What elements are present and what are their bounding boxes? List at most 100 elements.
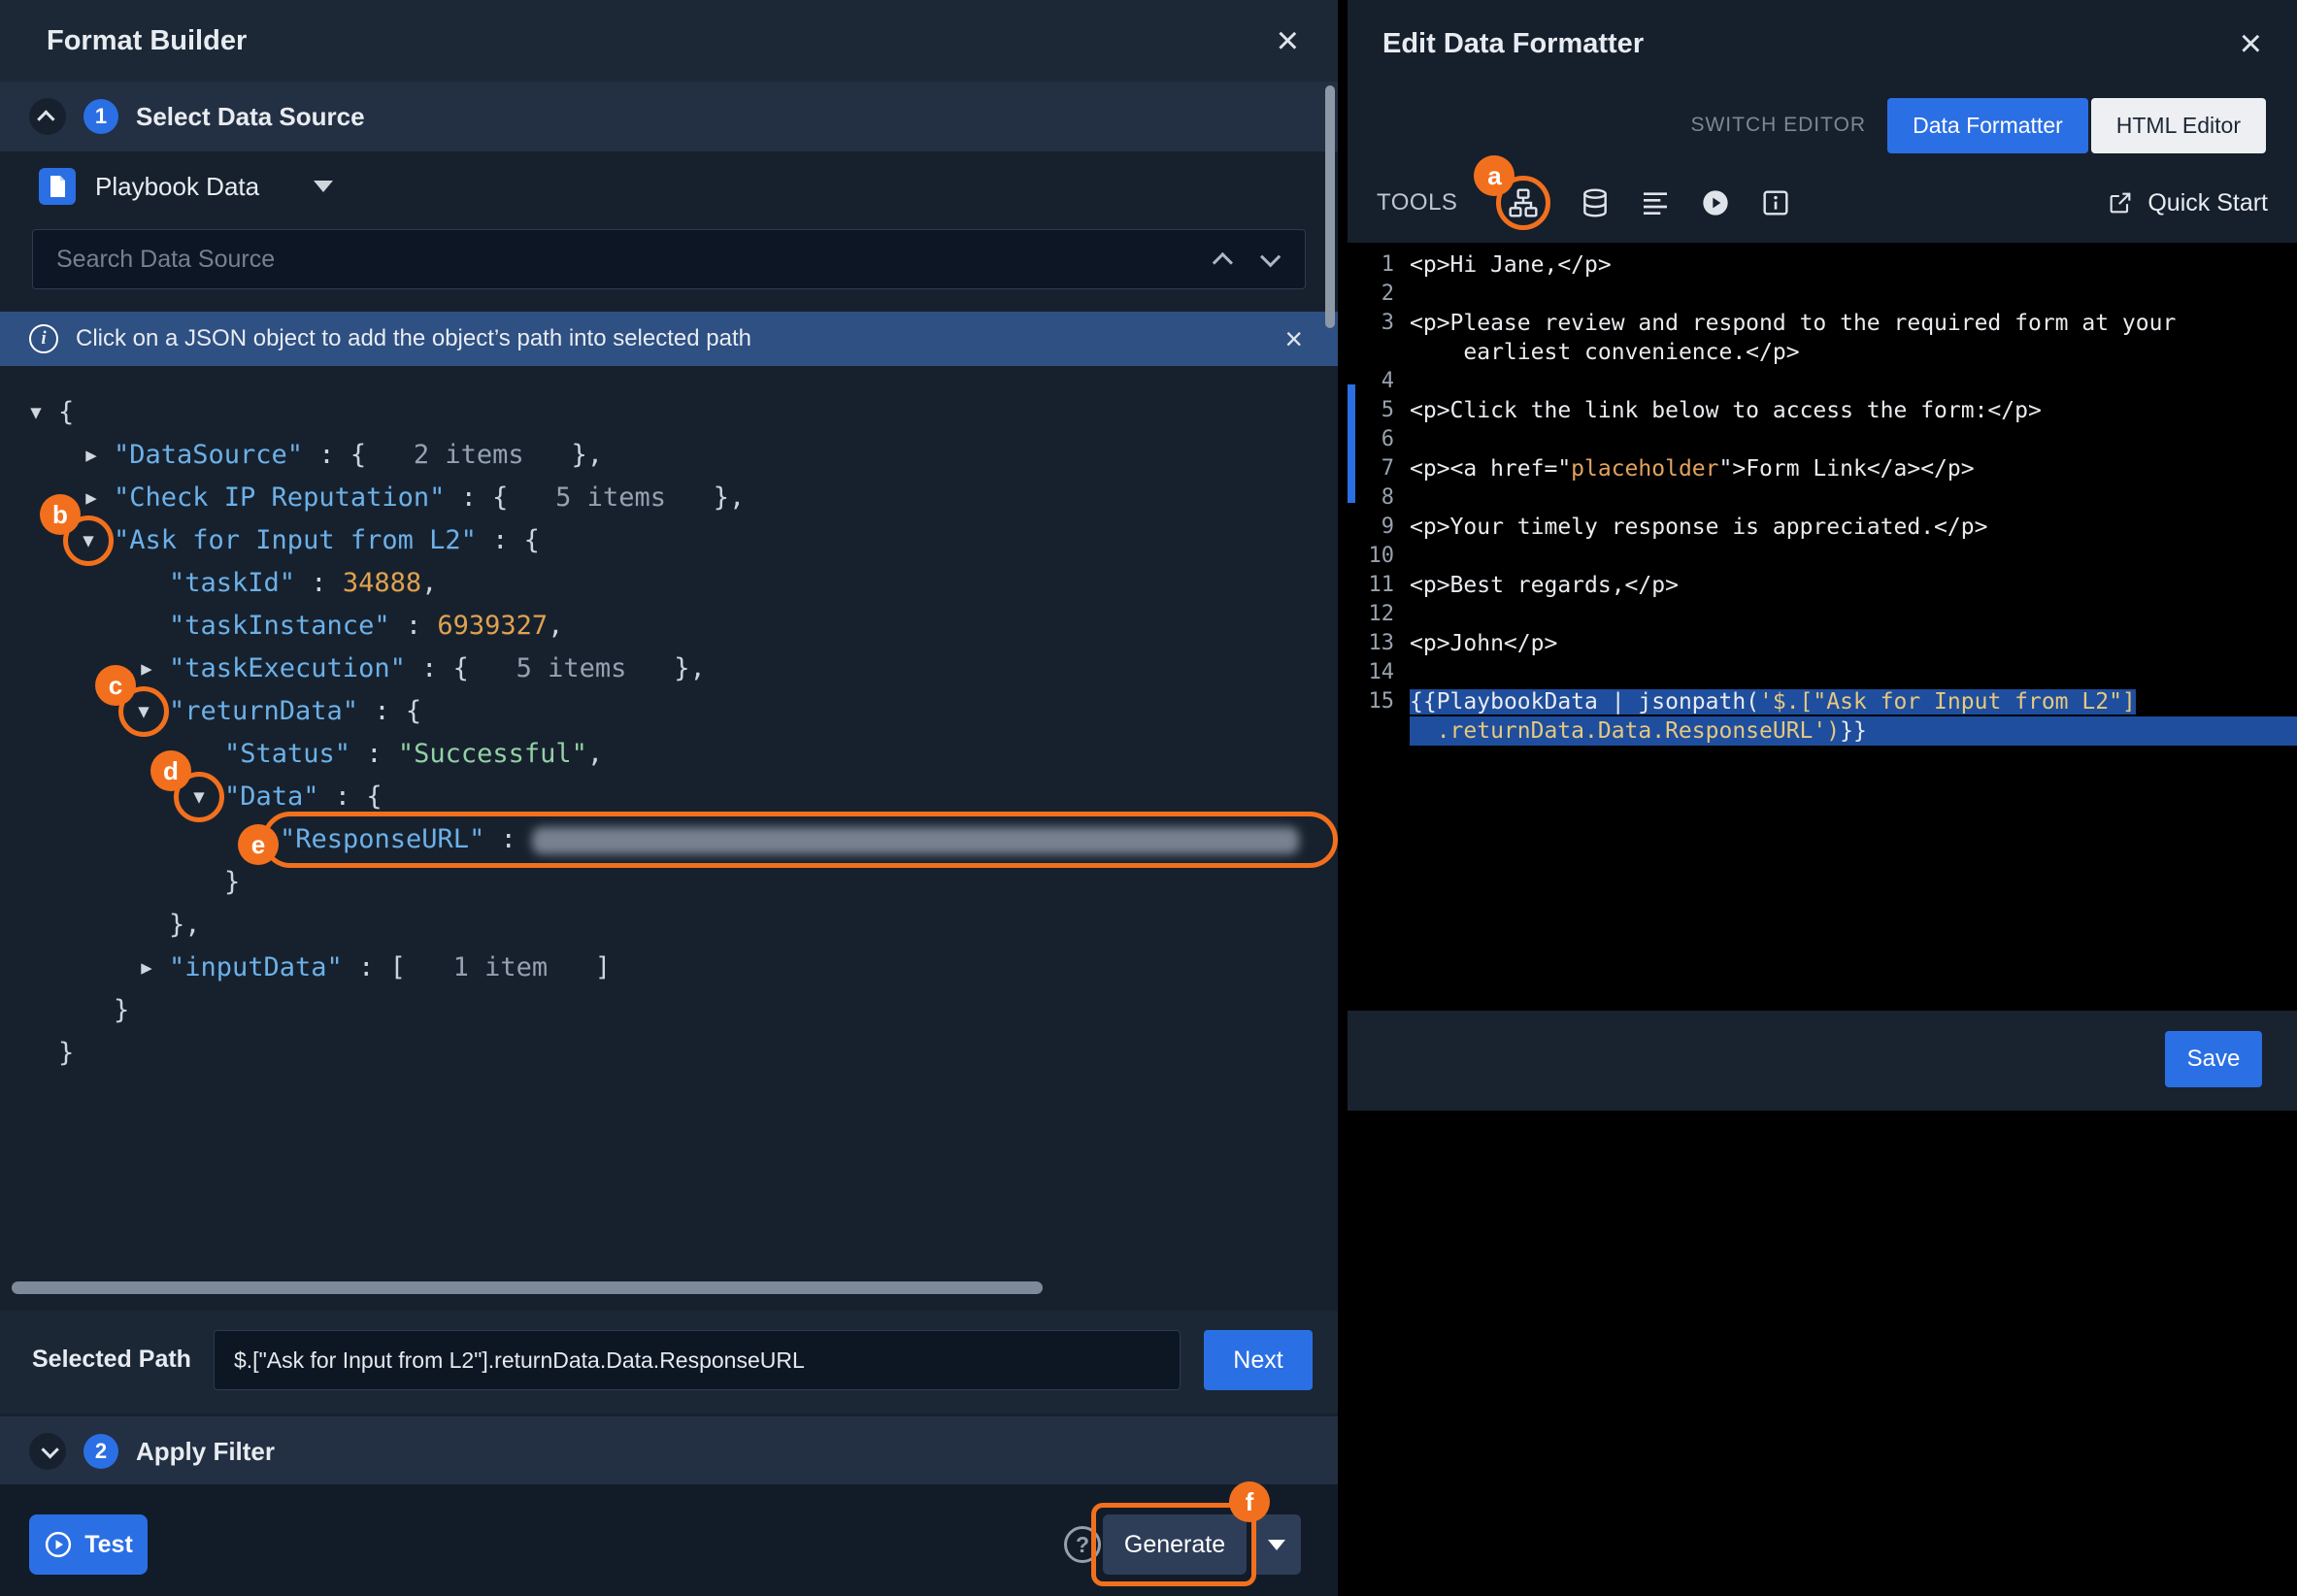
code-line: .returnData.Data.ResponseURL')}} xyxy=(1348,716,2297,746)
data-source-selector[interactable]: Playbook Data xyxy=(0,151,1338,221)
tool-icons: a xyxy=(1496,182,1791,224)
data-source-selected: Playbook Data xyxy=(95,172,259,202)
tree-row[interactable]: "ResponseURL" : e xyxy=(0,818,1338,861)
tree-row[interactable]: ▶"taskExecution" : { 5 items }, xyxy=(0,648,1338,690)
play-circle-icon xyxy=(44,1530,73,1559)
tree-row[interactable]: "Status" : "Successful", xyxy=(0,733,1338,776)
code-line: 1<p>Hi Jane,</p> xyxy=(1348,250,2297,280)
database-tool-button[interactable] xyxy=(1580,187,1611,218)
next-button[interactable]: Next xyxy=(1204,1330,1313,1390)
json-tree[interactable]: ▼{▶"DataSource" : { 2 items },▶"Check IP… xyxy=(0,366,1338,1279)
step-badge-1: 1 xyxy=(83,99,118,134)
playbook-data-icon xyxy=(39,168,76,205)
quick-start-button[interactable]: Quick Start xyxy=(2107,189,2268,217)
test-button-label: Test xyxy=(84,1531,133,1559)
search-input[interactable] xyxy=(32,229,1306,289)
info-banner-text: Click on a JSON object to add the object… xyxy=(76,325,751,352)
format-builder-footer: Test ? Generate f xyxy=(0,1484,1338,1596)
line-number: 11 xyxy=(1348,571,1410,600)
tree-row[interactable]: }, xyxy=(0,904,1338,947)
external-link-icon xyxy=(2107,189,2134,216)
expand-node-icon[interactable]: ▶ xyxy=(130,947,163,989)
run-tool-button[interactable] xyxy=(1700,187,1731,218)
text-lines-tool-button[interactable] xyxy=(1640,187,1671,218)
vertical-scrollbar[interactable] xyxy=(1325,85,1335,328)
tree-row[interactable]: "taskId" : 34888, xyxy=(0,562,1338,605)
expand-section-button[interactable] xyxy=(29,1433,66,1470)
tree-row[interactable]: "taskInstance" : 6939327, xyxy=(0,605,1338,648)
code-text: earliest convenience.</p> xyxy=(1410,338,2297,367)
play-circle-icon xyxy=(1700,187,1731,218)
annotation-a-ring: a xyxy=(1496,176,1550,230)
save-button[interactable]: Save xyxy=(2165,1031,2262,1087)
code-line: 10 xyxy=(1348,542,2297,571)
tree-row[interactable]: ▶"DataSource" : { 2 items }, xyxy=(0,434,1338,477)
info-square-icon xyxy=(1760,187,1791,218)
line-number: 4 xyxy=(1348,367,1410,396)
line-number: 7 xyxy=(1348,454,1410,483)
code-text xyxy=(1410,658,2297,687)
code-text xyxy=(1410,280,2297,309)
tree-row[interactable]: } xyxy=(0,1032,1338,1075)
banner-close-icon[interactable]: × xyxy=(1284,323,1303,354)
code-text: <p>John</p> xyxy=(1410,629,2297,658)
help-icon[interactable]: ? xyxy=(1064,1526,1101,1563)
tree-row[interactable]: ▼{ xyxy=(0,391,1338,434)
code-text: <p>Click the link below to access the fo… xyxy=(1410,396,2297,425)
tree-row[interactable]: } xyxy=(0,861,1338,904)
code-line: 12 xyxy=(1348,600,2297,629)
section-select-data-source[interactable]: 1 Select Data Source xyxy=(0,82,1338,151)
data-tree-tool-button[interactable] xyxy=(1507,187,1540,218)
annotation-badge-f: f xyxy=(1229,1481,1270,1522)
collapse-section-button[interactable] xyxy=(29,98,66,135)
line-number: 3 xyxy=(1348,309,1410,338)
line-number xyxy=(1348,338,1410,367)
info-tool-button[interactable] xyxy=(1760,187,1791,218)
code-text xyxy=(1410,483,2297,513)
code-line: 9<p>Your timely response is appreciated.… xyxy=(1348,513,2297,542)
line-number: 9 xyxy=(1348,513,1410,542)
code-line: 15{{PlaybookData | jsonpath('$.["Ask for… xyxy=(1348,687,2297,716)
section-apply-filter[interactable]: 2 Apply Filter xyxy=(0,1416,1338,1486)
code-line: 7<p><a href="placeholder">Form Link</a><… xyxy=(1348,454,2297,483)
code-text xyxy=(1410,542,2297,571)
tree-row[interactable]: ▶"Check IP Reputation" : { 5 items }, xyxy=(0,477,1338,519)
horizontal-scrollbar[interactable] xyxy=(12,1281,1043,1294)
database-icon xyxy=(1580,187,1611,218)
info-icon: i xyxy=(29,324,58,353)
edit-data-formatter-title: Edit Data Formatter xyxy=(1382,28,1644,60)
code-editor[interactable]: 1<p>Hi Jane,</p>23<p>Please review and r… xyxy=(1348,243,2297,1011)
close-icon[interactable]: × xyxy=(2240,24,2262,63)
collapse-node-icon[interactable]: ▼ xyxy=(19,391,52,434)
section-title: Apply Filter xyxy=(136,1437,275,1467)
align-left-icon xyxy=(1640,187,1671,218)
edit-data-formatter-header: Edit Data Formatter × xyxy=(1348,0,2297,87)
tree-row[interactable]: } xyxy=(0,989,1338,1032)
code-line: 6 xyxy=(1348,425,2297,454)
line-number: 5 xyxy=(1348,396,1410,425)
code-text: <p>Best regards,</p> xyxy=(1410,571,2297,600)
line-number: 6 xyxy=(1348,425,1410,454)
tree-row[interactable]: ▼"Data" : {d xyxy=(0,776,1338,818)
tab-html-editor[interactable]: HTML Editor xyxy=(2091,98,2266,153)
test-button[interactable]: Test xyxy=(29,1514,148,1575)
tree-row[interactable]: ▶"inputData" : [ 1 item ] xyxy=(0,947,1338,989)
code-text xyxy=(1410,600,2297,629)
tree-row[interactable]: ▼"Ask for Input from L2" : {b xyxy=(0,519,1338,562)
format-builder-header: Format Builder × xyxy=(0,0,1338,82)
annotation-badge-c: c xyxy=(95,665,136,706)
code-line: 8 xyxy=(1348,483,2297,513)
generate-dropdown-button[interactable] xyxy=(1252,1514,1301,1575)
selected-text: {{PlaybookData | jsonpath('$.["Ask for I… xyxy=(1410,689,2136,715)
code-text: <p>Please review and respond to the requ… xyxy=(1410,309,2297,338)
line-number: 2 xyxy=(1348,280,1410,309)
expand-node-icon[interactable]: ▶ xyxy=(75,434,108,477)
tab-data-formatter[interactable]: Data Formatter xyxy=(1887,98,2088,153)
selected-path-input[interactable] xyxy=(214,1330,1181,1390)
code-text: .returnData.Data.ResponseURL')}} xyxy=(1410,716,2297,746)
annotation-badge-d: d xyxy=(150,750,191,791)
line-number: 10 xyxy=(1348,542,1410,571)
tree-row[interactable]: ▼"returnData" : {c xyxy=(0,690,1338,733)
close-icon[interactable]: × xyxy=(1277,21,1299,60)
generate-button[interactable]: Generate xyxy=(1103,1514,1247,1575)
